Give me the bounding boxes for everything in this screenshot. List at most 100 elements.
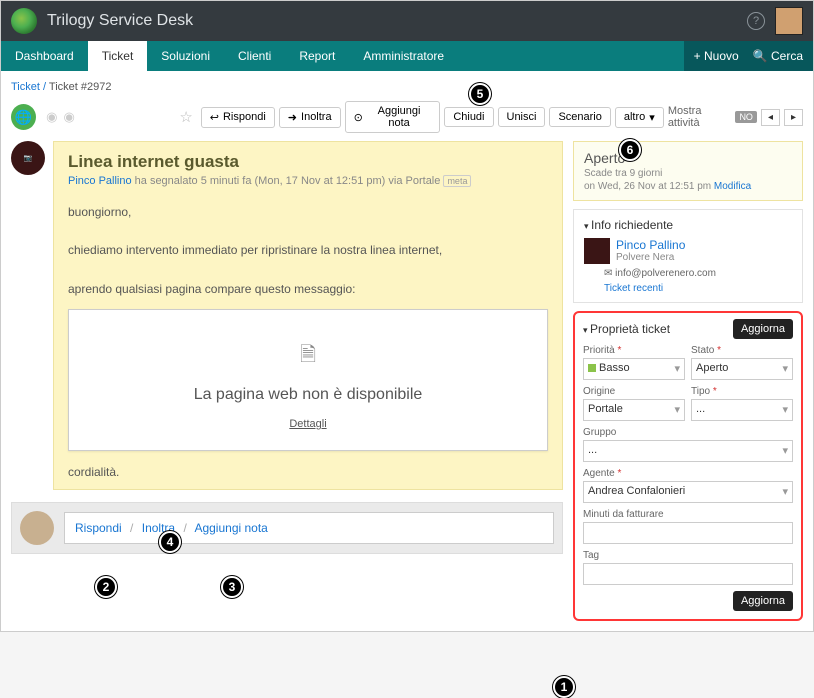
nav-new-button[interactable]: + Nuovo (694, 49, 739, 63)
update-button-top[interactable]: Aggiorna (733, 319, 793, 339)
mail-icon: ✉ (604, 268, 612, 279)
quick-reply-link[interactable]: Rispondi (75, 521, 122, 535)
status-due-line: Scade tra 9 giorni (584, 168, 792, 179)
quick-actions: Rispondi / Inoltra / Aggiungi nota (64, 512, 554, 544)
error-screenshot: 🗎 La pagina web non è disponibile Dettag… (68, 309, 548, 451)
agent-label: Agente * (583, 468, 793, 479)
props-section-title: Proprietà ticket (583, 322, 670, 336)
add-note-button[interactable]: ⊙Aggiungi nota (345, 101, 441, 133)
error-details-link[interactable]: Dettagli (89, 418, 527, 430)
type-select[interactable]: ...▾ (691, 399, 793, 421)
prev-ticket-button[interactable]: ◂ (761, 109, 780, 126)
requester-avatar (584, 238, 610, 264)
user-avatar[interactable] (775, 7, 803, 35)
nav-amministratore[interactable]: Amministratore (349, 41, 458, 71)
ticket-column: 📷 Linea internet guasta Pinco Pallino ha… (11, 141, 563, 621)
crumb-root[interactable]: Ticket (11, 81, 40, 93)
ticket-body: Linea internet guasta Pinco Pallino ha s… (53, 141, 563, 490)
help-icon[interactable]: ? (747, 12, 765, 30)
requester-email: ✉ info@polverenero.com (604, 268, 792, 279)
visibility-icon[interactable]: 🌐 (11, 104, 36, 130)
annotation-5: 5 (469, 83, 491, 105)
reporter-avatar: 📷 (11, 141, 45, 175)
chevron-down-icon: ▾ (649, 111, 655, 124)
requester-name-link[interactable]: Pinco Pallino (616, 238, 685, 252)
chevron-down-icon: ▾ (782, 403, 788, 416)
crumb-current: Ticket #2972 (49, 81, 112, 93)
side-column: Aperto Scade tra 9 giorni on Wed, 26 Nov… (573, 141, 803, 621)
activity-toggle[interactable]: NO (735, 111, 757, 123)
toolbar: 🌐 ◉ ◉ ☆ ↩Rispondi ➜Inoltra ⊙Aggiungi not… (11, 101, 803, 133)
minutes-label: Minuti da fatturare (583, 509, 793, 520)
annotation-3: 3 (221, 576, 243, 598)
bottom-action-bar: Rispondi / Inoltra / Aggiungi nota (11, 502, 563, 554)
priority-color-icon (588, 364, 596, 372)
recent-tickets-link[interactable]: Ticket recenti (604, 283, 792, 294)
status-title: Aperto (584, 150, 792, 166)
annotation-1: 1 (553, 676, 575, 698)
state-select[interactable]: Aperto▾ (691, 358, 793, 380)
group-label: Gruppo (583, 427, 793, 438)
requester-section-title: Info richiedente (584, 218, 792, 232)
nav-dashboard[interactable]: Dashboard (1, 41, 88, 71)
forward-button[interactable]: ➜Inoltra (279, 107, 341, 128)
update-button-bottom[interactable]: Aggiorna (733, 591, 793, 611)
meta-tag[interactable]: meta (443, 175, 471, 187)
app-header: Trilogy Service Desk ? (1, 1, 813, 41)
group-select[interactable]: ...▾ (583, 440, 793, 462)
broken-page-icon: 🗎 (89, 340, 527, 374)
annotation-2: 2 (95, 576, 117, 598)
nav-clienti[interactable]: Clienti (224, 41, 285, 71)
ticket-closing: cordialità. (68, 465, 548, 479)
nav-report[interactable]: Report (285, 41, 349, 71)
next-ticket-button[interactable]: ▸ (784, 109, 803, 126)
ticket-properties-panel: Proprietà ticket Aggiorna Priorità * Bas… (573, 311, 803, 621)
watch-icon[interactable]: ◉ (46, 109, 57, 125)
scenario-button[interactable]: Scenario (549, 107, 610, 127)
chevron-down-icon: ▾ (674, 403, 680, 416)
brand-logo-icon (11, 8, 37, 34)
note-icon: ⊙ (354, 111, 363, 124)
content-area: Ticket / Ticket #2972 🌐 ◉ ◉ ☆ ↩Rispondi … (1, 71, 813, 631)
source-select[interactable]: Portale▾ (583, 399, 685, 421)
annotation-4: 4 (159, 531, 181, 553)
merge-button[interactable]: Unisci (498, 107, 546, 127)
nav-search-button[interactable]: 🔍 Cerca (753, 49, 803, 63)
close-button[interactable]: Chiudi (444, 107, 493, 127)
state-label: Stato * (691, 345, 793, 356)
reply-button[interactable]: ↩Rispondi (201, 107, 275, 128)
watch-icon-2[interactable]: ◉ (63, 109, 74, 125)
priority-select[interactable]: Basso▾ (583, 358, 685, 380)
main-nav: Dashboard Ticket Soluzioni Clienti Repor… (1, 41, 813, 71)
tag-input[interactable] (583, 563, 793, 585)
forward-arrow-icon: ➜ (288, 111, 297, 124)
source-label: Origine (583, 386, 685, 397)
breadcrumb: Ticket / Ticket #2972 (11, 81, 803, 93)
requester-panel: Info richiedente Pinco Pallino Polvere N… (573, 209, 803, 303)
star-icon[interactable]: ☆ (179, 108, 192, 126)
annotation-6: 6 (619, 139, 641, 161)
priority-label: Priorità * (583, 345, 685, 356)
nav-soluzioni[interactable]: Soluzioni (147, 41, 224, 71)
minutes-input[interactable] (583, 522, 793, 544)
tag-label: Tag (583, 550, 793, 561)
activity-label: Mostra attività (668, 105, 732, 129)
brand-title: Trilogy Service Desk (47, 12, 747, 30)
quick-note-link[interactable]: Aggiungi nota (194, 521, 267, 535)
status-due-at: on Wed, 26 Nov at 12:51 pm Modifica (584, 181, 792, 192)
more-button[interactable]: altro ▾ (615, 107, 664, 128)
chevron-down-icon: ▾ (782, 444, 788, 457)
agent-avatar (20, 511, 54, 545)
type-label: Tipo * (691, 386, 793, 397)
error-title: La pagina web non è disponibile (89, 386, 527, 404)
chevron-down-icon: ▾ (674, 362, 680, 375)
agent-select[interactable]: Andrea Confalonieri▾ (583, 481, 793, 503)
chevron-down-icon: ▾ (782, 485, 788, 498)
ticket-title: Linea internet guasta (68, 152, 548, 172)
app-window: Trilogy Service Desk ? Dashboard Ticket … (0, 0, 814, 632)
ticket-message: buongiorno, chiediamo intervento immedia… (68, 203, 548, 299)
modify-due-link[interactable]: Modifica (714, 181, 751, 192)
reporter-link[interactable]: Pinco Pallino (68, 175, 132, 187)
nav-ticket[interactable]: Ticket (88, 41, 148, 71)
status-panel: Aperto Scade tra 9 giorni on Wed, 26 Nov… (573, 141, 803, 201)
